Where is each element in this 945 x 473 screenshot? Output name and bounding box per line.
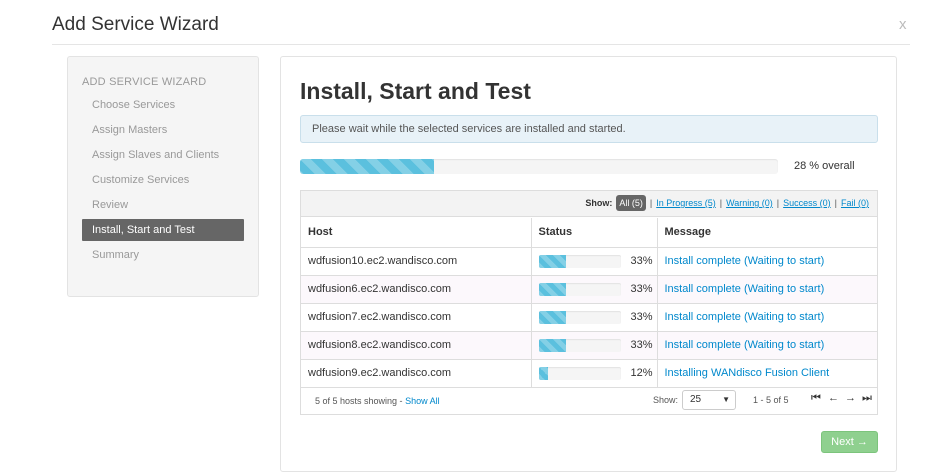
host-percent: 33% (630, 255, 653, 267)
host-percent: 33% (630, 339, 653, 351)
hosts-table: Host Status Message wdfusion10.ec2.wandi… (301, 218, 877, 388)
sidebar-item-customize-services[interactable]: Customize Services (82, 169, 244, 191)
sidebar-item-install-start-test[interactable]: Install, Start and Test (82, 219, 244, 241)
sidebar-item-assign-slaves[interactable]: Assign Slaves and Clients (82, 144, 244, 166)
host-cell: wdfusion8.ec2.wandisco.com (301, 331, 532, 360)
host-progress-bar (538, 366, 621, 380)
filter-separator: | (719, 198, 723, 208)
page-size-label: Show: (653, 395, 679, 405)
page-size-select[interactable]: 25 ▼ (682, 390, 736, 410)
host-progress-fill (538, 366, 549, 380)
message-cell: Install complete (Waiting to start) (657, 275, 877, 304)
host-message-link[interactable]: Install complete (Waiting to start) (665, 255, 825, 267)
main-panel: Install, Start and Test Please wait whil… (280, 56, 897, 472)
message-cell: Installing WANdisco Fusion Client (657, 359, 877, 388)
last-page-icon[interactable]: ⏭ (862, 392, 872, 405)
next-button[interactable]: Next → (821, 431, 878, 453)
filter-success[interactable]: Success (0) (783, 198, 831, 208)
filter-bar: Show: All (5) | In Progress (5) | Warnin… (301, 191, 877, 217)
pager: ⏮ ← → ⏭ (811, 392, 872, 405)
info-alert: Please wait while the selected services … (300, 115, 878, 143)
caret-down-icon: ▼ (722, 395, 730, 404)
table-row: wdfusion6.ec2.wandisco.com 33% Install com… (301, 275, 877, 304)
first-page-icon[interactable]: ⏮ (811, 392, 821, 405)
host-percent: 33% (630, 311, 653, 323)
host-progress-bar (538, 338, 621, 352)
host-cell: wdfusion7.ec2.wandisco.com (301, 303, 532, 332)
message-cell: Install complete (Waiting to start) (657, 303, 877, 332)
header-host[interactable]: Host (301, 218, 532, 248)
status-cell: 33% (531, 303, 658, 332)
filter-separator: | (834, 198, 837, 208)
host-message-link[interactable]: Install complete (Waiting to start) (665, 283, 825, 295)
page-range: 1 - 5 of 5 (753, 395, 789, 405)
header-divider (52, 44, 910, 45)
status-cell: 33% (531, 275, 658, 304)
filter-separator: | (649, 198, 653, 208)
hosts-showing-text: 5 of 5 hosts showing - (315, 396, 406, 406)
sidebar-item-assign-masters[interactable]: Assign Masters (82, 119, 244, 141)
sidebar-header: ADD SERVICE WIZARD (82, 76, 207, 88)
host-message-link[interactable]: Installing WANdisco Fusion Client (665, 367, 830, 379)
filter-in-progress[interactable]: In Progress (5) (656, 198, 716, 208)
status-cell: 33% (531, 331, 658, 360)
table-row: wdfusion8.ec2.wandisco.com 33% Install com… (301, 331, 877, 360)
host-progress-fill (538, 338, 566, 352)
host-percent: 12% (630, 367, 653, 379)
table-footer: 5 of 5 hosts showing - Show All Show: 25… (301, 387, 877, 415)
message-cell: Install complete (Waiting to start) (657, 331, 877, 360)
header-message[interactable]: Message (657, 218, 877, 248)
host-progress-bar (538, 282, 621, 296)
sidebar-item-summary[interactable]: Summary (82, 244, 244, 266)
table-row: wdfusion10.ec2.wandisco.com 33% Install co… (301, 247, 877, 276)
host-cell: wdfusion9.ec2.wandisco.com (301, 359, 532, 388)
overall-progress-label: 28 % overall (794, 160, 855, 172)
host-progress-fill (538, 254, 566, 268)
prev-page-icon[interactable]: ← (828, 392, 839, 405)
overall-progress-bar (300, 159, 778, 174)
close-icon[interactable]: x (899, 16, 907, 33)
page-title: Install, Start and Test (300, 78, 531, 104)
status-cell: 33% (531, 247, 658, 276)
host-percent: 33% (630, 283, 653, 295)
sidebar-item-choose-services[interactable]: Choose Services (82, 94, 244, 116)
host-cell: wdfusion6.ec2.wandisco.com (301, 275, 532, 304)
filter-show-label: Show: (585, 198, 613, 208)
filter-fail[interactable]: Fail (0) (841, 198, 869, 208)
table-row: wdfusion7.ec2.wandisco.com 33% Install com… (301, 303, 877, 332)
message-cell: Install complete (Waiting to start) (657, 247, 877, 276)
overall-progress-fill (300, 159, 434, 174)
hosts-table-box: Show: All (5) | In Progress (5) | Warnin… (300, 190, 878, 415)
sidebar-item-review[interactable]: Review (82, 194, 244, 216)
show-all-link[interactable]: Show All (405, 396, 440, 406)
host-progress-bar (538, 254, 621, 268)
filter-separator: | (776, 198, 780, 208)
next-page-icon[interactable]: → (845, 392, 856, 405)
host-progress-fill (538, 282, 566, 296)
header-status[interactable]: Status (531, 218, 658, 248)
filter-group: Show: All (5) | In Progress (5) | Warnin… (585, 195, 869, 211)
modal-title: Add Service Wizard (52, 14, 219, 35)
host-message-link[interactable]: Install complete (Waiting to start) (665, 311, 825, 323)
status-cell: 12% (531, 359, 658, 388)
wizard-sidebar: ADD SERVICE WIZARD Choose Services Assig… (67, 56, 259, 297)
host-progress-bar (538, 310, 621, 324)
filter-warning[interactable]: Warning (0) (726, 198, 773, 208)
host-progress-fill (538, 310, 566, 324)
filter-all[interactable]: All (5) (616, 195, 646, 211)
hosts-count: 5 of 5 hosts showing - Show All (315, 396, 440, 406)
page-size-value: 25 (690, 394, 702, 405)
host-message-link[interactable]: Install complete (Waiting to start) (665, 339, 825, 351)
table-row: wdfusion9.ec2.wandisco.com 12% Installing … (301, 359, 877, 388)
host-cell: wdfusion10.ec2.wandisco.com (301, 247, 532, 276)
